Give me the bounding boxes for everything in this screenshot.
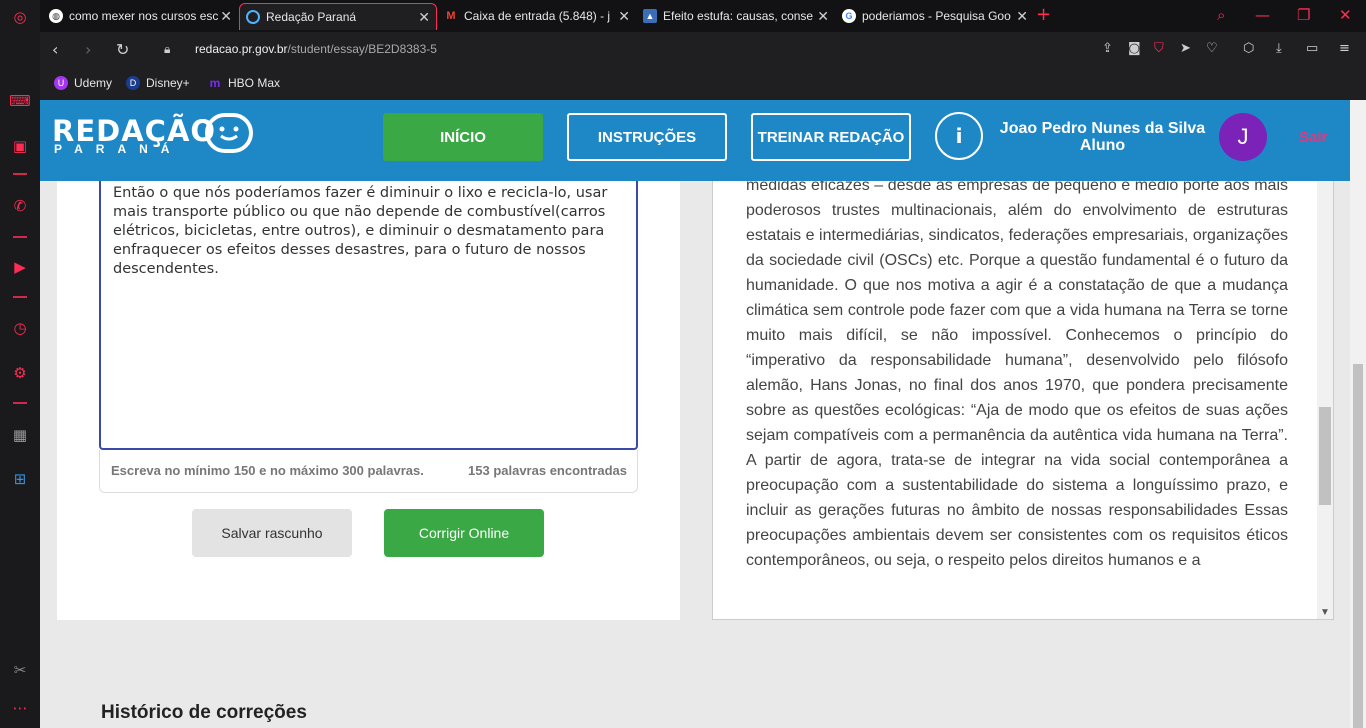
site-icon: ▲ [643, 9, 657, 23]
close-window-icon[interactable]: ✕ [1339, 6, 1352, 24]
url-path: /student/essay/BE2D8383-5 [287, 42, 437, 56]
minimize-icon[interactable]: — [1255, 6, 1270, 24]
divider [13, 402, 27, 404]
lock-icon: 🔒︎ [164, 42, 171, 56]
word-counter-bar: Escreva no mínimo 150 e no máximo 300 pa… [99, 450, 638, 493]
tab-strip: ◍ como mexer nos cursos esc ✕ Redação Pa… [40, 0, 1366, 32]
settings-icon[interactable]: ⚙ [10, 363, 30, 383]
chat-bubble-logo-icon [205, 113, 253, 153]
logo-subtitle: PARANÁ [54, 142, 183, 156]
extension-icon[interactable]: ▦ [10, 425, 30, 445]
menu-icon[interactable]: ≡ [1339, 41, 1350, 56]
heart-icon[interactable]: ♡ [1206, 41, 1218, 56]
gamepad-icon[interactable]: ⌨ [9, 91, 31, 111]
close-icon[interactable]: ✕ [220, 3, 232, 29]
history-icon[interactable]: ◷ [10, 318, 30, 338]
info-icon[interactable]: i [935, 112, 983, 160]
udemy-icon: U [54, 76, 68, 90]
back-icon[interactable]: ‹ [52, 40, 58, 59]
share-icon[interactable]: ⇪ [1102, 41, 1113, 56]
download-icon[interactable]: ⤓ [1276, 41, 1282, 56]
bookmark-label: Disney+ [146, 76, 190, 90]
gmail-icon: M [446, 10, 456, 22]
bookmark-label: HBO Max [228, 76, 281, 90]
page-scrollbar[interactable] [1350, 100, 1366, 728]
chat-icon [246, 10, 260, 24]
box-icon[interactable]: ⬡ [1243, 41, 1254, 56]
bag-icon[interactable]: ▣ [10, 136, 30, 156]
tab-label: Efeito estufa: causas, conse [663, 9, 814, 23]
close-icon[interactable]: ✕ [618, 3, 630, 29]
tab-google[interactable]: G poderiamos - Pesquisa Goo ✕ [836, 3, 1034, 30]
tab-cursos[interactable]: ◍ como mexer nos cursos esc ✕ [43, 3, 238, 30]
divider [13, 236, 27, 238]
word-count: 153 palavras encontradas [468, 463, 627, 478]
whatsapp-icon[interactable]: ✆ [10, 196, 30, 216]
divider [13, 296, 27, 298]
more-icon[interactable]: ⋯ [10, 698, 30, 718]
tab-redacao-parana[interactable]: Redação Paraná ✕ [239, 3, 437, 30]
hbomax-icon: m [209, 76, 221, 90]
reference-text: medidas eficazes – desde as empresas de … [746, 181, 1288, 569]
close-icon[interactable]: ✕ [418, 4, 430, 30]
translate-icon[interactable]: ⊞ [10, 469, 30, 489]
panel-scrollbar[interactable]: ▼ [1317, 181, 1333, 619]
user-name: Joao Pedro Nunes da Silva [999, 120, 1206, 137]
nav-instrucoes-button[interactable]: INSTRUÇÕES [567, 113, 727, 161]
disney-icon: D [126, 76, 140, 90]
close-icon[interactable]: ✕ [1016, 3, 1028, 29]
new-tab-icon[interactable]: + [1036, 4, 1051, 25]
url-host: redacao.pr.gov.br [195, 42, 288, 56]
essay-card: Então o que nós poderíamos fazer é dimin… [57, 181, 680, 620]
user-info: Joao Pedro Nunes da Silva Aluno [990, 120, 1215, 154]
nav-treinar-redacao-button[interactable]: TREINAR REDAÇÃO [751, 113, 911, 161]
page-scrollbar-thumb[interactable] [1353, 364, 1363, 728]
browser-sidebar: ◎ ⌨ ▣ ✆ ▶ ◷ ⚙ ▦ ⊞ ✂ ⋯ [0, 0, 40, 728]
google-icon: G [842, 9, 856, 23]
tab-label: como mexer nos cursos esc [69, 9, 219, 23]
tab-label: poderiamos - Pesquisa Goo [862, 9, 1011, 23]
restore-icon[interactable]: ❐ [1297, 6, 1310, 24]
search-icon[interactable]: ⌕ [1217, 6, 1225, 24]
close-icon[interactable]: ✕ [817, 3, 829, 29]
address-bar: ‹ › ↻ 🔒︎ redacao.pr.gov.br/student/essay… [40, 32, 1366, 68]
globe-icon: ◍ [49, 9, 63, 23]
bookmark-hbomax[interactable]: m HBO Max [208, 76, 280, 90]
save-draft-button[interactable]: Salvar rascunho [192, 509, 352, 557]
battery-icon[interactable]: ▭ [1306, 41, 1318, 56]
tab-gmail[interactable]: M Caixa de entrada (5.848) - j ✕ [438, 3, 636, 30]
word-limit-hint: Escreva no mínimo 150 e no máximo 300 pa… [111, 463, 424, 478]
bookmark-udemy[interactable]: U Udemy [54, 76, 112, 90]
essay-text: Então o que nós poderíamos fazer é dimin… [113, 185, 608, 277]
player-icon[interactable]: ▶ [10, 257, 30, 277]
scroll-down-icon[interactable]: ▼ [1320, 607, 1330, 618]
forward-icon[interactable]: › [85, 40, 91, 59]
scrollbar-thumb[interactable] [1319, 407, 1331, 505]
user-role: Aluno [1079, 137, 1126, 154]
tab-label: Caixa de entrada (5.848) - j [464, 9, 611, 23]
nav-inicio-button[interactable]: INÍCIO [383, 113, 543, 161]
adblock-icon[interactable]: ⛉ [1154, 41, 1164, 56]
correct-online-button[interactable]: Corrigir Online [384, 509, 544, 557]
logout-link[interactable]: Sair [1299, 129, 1327, 146]
url-field[interactable]: redacao.pr.gov.br/student/essay/BE2D8383… [195, 42, 437, 56]
history-title: Histórico de correções [101, 702, 307, 723]
essay-textarea[interactable]: Então o que nós poderíamos fazer é dimin… [99, 181, 638, 450]
tools-icon[interactable]: ✂ [10, 660, 30, 680]
divider [13, 173, 27, 175]
opera-logo-icon[interactable]: ◎ [10, 7, 30, 27]
bookmark-disney[interactable]: D Disney+ [126, 76, 190, 90]
reload-icon[interactable]: ↻ [116, 40, 129, 59]
tab-label: Redação Paraná [266, 10, 357, 24]
send-icon[interactable]: ➤ [1180, 41, 1191, 56]
camera-icon[interactable]: ◙ [1128, 41, 1141, 56]
site-header: REDAÇÃO PARANÁ INÍCIO INSTRUÇÕES TREINAR… [40, 100, 1366, 181]
tab-efeito-estufa[interactable]: ▲ Efeito estufa: causas, conse ✕ [637, 3, 835, 30]
bookmarks-bar: U Udemy D Disney+ m HBO Max [40, 68, 1366, 100]
reference-text-panel[interactable]: medidas eficazes – desde as empresas de … [712, 181, 1334, 620]
bookmark-label: Udemy [74, 76, 113, 90]
avatar[interactable]: J [1219, 113, 1267, 161]
